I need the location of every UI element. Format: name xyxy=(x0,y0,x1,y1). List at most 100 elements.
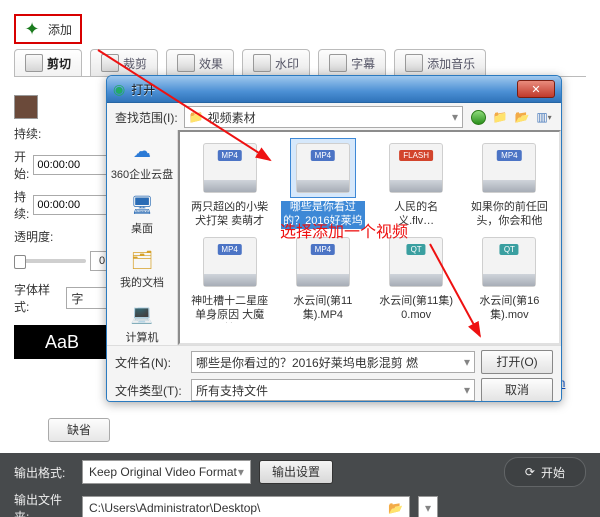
font-preview: AaB xyxy=(14,325,110,359)
file-name: 神吐槽十二星座单身原因 大魔性 xyxy=(188,295,272,323)
sidebar-item-computer[interactable]: 💻计算机 xyxy=(126,301,159,345)
add-icon: ✦ xyxy=(22,19,42,39)
cancel-button[interactable]: 取消 xyxy=(481,378,553,402)
lookup-range-row: 查找范围(I): 📁 视频素材 ▾ 📁 📂 ▥▾ xyxy=(107,103,561,132)
output-folder-label: 输出文件夹: xyxy=(14,491,74,517)
open-file-dialog: ◉ 打开 ✕ 查找范围(I): 📁 视频素材 ▾ 📁 📂 ▥▾ ☁360企业云盘… xyxy=(106,75,562,402)
tab-label: 裁剪 xyxy=(123,55,147,72)
tab-crop[interactable]: 裁剪 xyxy=(90,49,158,76)
nav-up-button[interactable]: 📁 xyxy=(491,108,509,126)
nav-toolbar: 📁 📂 ▥▾ xyxy=(469,108,553,126)
file-thumb: MP4 xyxy=(476,138,542,198)
tab-subtitle[interactable]: 字幕 xyxy=(318,49,386,76)
chevron-down-icon: ▾ xyxy=(464,355,470,369)
chevron-down-icon: ▾ xyxy=(452,110,458,124)
folder-icon: 📁 xyxy=(189,110,204,124)
file-item[interactable]: FLASH人民的名义.flv… xyxy=(371,138,462,230)
duration-label: 持续: xyxy=(14,125,54,142)
file-item[interactable]: QT 水云间(第16集).mov xyxy=(464,232,555,324)
preview-swatch xyxy=(14,95,38,119)
file-item[interactable]: MP4两只超凶的小柴犬打架 卖萌才是你… xyxy=(184,138,275,230)
file-item[interactable]: MP4 哪些是你看过的？2016好莱坞电影混剪 b...g …要……ox.mp4 xyxy=(277,138,368,230)
left-panel: 持续: 开始: 持续: 透明度: 0 字体样式: 字 AaB xyxy=(14,95,114,359)
documents-icon: 🗂 xyxy=(126,246,158,274)
output-settings-button[interactable]: 输出设置 xyxy=(259,460,333,484)
chevron-down-icon: ▾ xyxy=(548,113,552,122)
dialog-icon: ◉ xyxy=(113,81,125,98)
start-label: 开始: xyxy=(14,148,29,182)
file-item[interactable]: MP4 神吐槽十二星座单身原因 大魔性 xyxy=(184,232,275,324)
sidebar-item-cloud[interactable]: ☁360企业云盘 xyxy=(111,138,173,182)
subtitle-icon xyxy=(329,54,347,72)
crop-icon xyxy=(101,54,119,72)
new-folder-icon: 📂 xyxy=(515,110,530,124)
mp4-badge-icon: MP4 xyxy=(217,244,241,255)
tab-label: 剪切 xyxy=(47,55,71,72)
tab-label: 添加音乐 xyxy=(427,55,475,72)
add-button[interactable]: ✦ 添加 xyxy=(14,14,82,44)
tab-cut[interactable]: 剪切 xyxy=(14,49,82,76)
opacity-label: 透明度: xyxy=(14,228,54,245)
folder-icon: 📂 xyxy=(388,501,403,515)
nav-new-button[interactable]: 📂 xyxy=(513,108,531,126)
file-name: 水云间(第16集).mov xyxy=(467,295,551,323)
file-thumb: MP4 xyxy=(290,232,356,292)
tab-label: 水印 xyxy=(275,55,299,72)
file-name: 如果你的前任回头，你会和他复… xyxy=(467,201,551,229)
dialog-titlebar[interactable]: ◉ 打开 ✕ xyxy=(107,76,561,103)
filename-label: 文件名(N): xyxy=(115,354,185,371)
file-thumb: QT xyxy=(476,232,542,292)
file-thumb: QT xyxy=(383,232,449,292)
nav-view-button[interactable]: ▥▾ xyxy=(535,108,553,126)
tab-effect[interactable]: 效果 xyxy=(166,49,234,76)
file-item[interactable]: QT 水云间(第11集) 0.mov xyxy=(371,232,462,324)
places-sidebar: ☁360企业云盘 🖥桌面 🗂我的文档 💻计算机 🌐网络 xyxy=(107,130,178,345)
tab-add-music[interactable]: 添加音乐 xyxy=(394,49,486,76)
folder-up-icon: 📁 xyxy=(493,110,508,124)
opacity-slider[interactable] xyxy=(14,259,86,263)
output-folder-field[interactable]: C:\Users\Administrator\Desktop\📂 xyxy=(82,496,410,517)
file-name: 两只超凶的小柴犬打架 卖萌才是你… xyxy=(188,201,272,229)
font-style-label: 字体样式: xyxy=(14,281,62,315)
filename-combo[interactable]: 哪些是你看过的？2016好莱坞电影混剪 燃▾ xyxy=(191,351,475,373)
file-name: 水云间(第11集) 0.mov xyxy=(374,295,458,323)
chevron-down-icon: ▾ xyxy=(238,465,244,479)
default-button[interactable]: 缺省 xyxy=(48,418,110,442)
sidebar-item-desktop[interactable]: 🖥桌面 xyxy=(126,192,158,236)
tab-watermark[interactable]: 水印 xyxy=(242,49,310,76)
tab-bar: 剪切 裁剪 效果 水印 字幕 添加音乐 xyxy=(14,48,586,77)
flash-badge-icon: FLASH xyxy=(399,150,433,161)
desktop-icon: 🖥 xyxy=(126,192,158,220)
mp4-badge-icon: MP4 xyxy=(311,150,335,161)
effects-icon xyxy=(177,54,195,72)
dialog-bottom: 文件名(N): 哪些是你看过的？2016好莱坞电影混剪 燃▾ 打开(O) 文件类… xyxy=(107,345,561,401)
file-item[interactable]: MP4 水云间(第11集).MP4 xyxy=(277,232,368,324)
qt-badge-icon: QT xyxy=(407,244,426,255)
mp4-badge-icon: MP4 xyxy=(497,150,521,161)
qt-badge-icon: QT xyxy=(500,244,519,255)
nav-back-button[interactable] xyxy=(469,108,487,126)
file-list[interactable]: MP4两只超凶的小柴犬打架 卖萌才是你…MP4哪些是你看过的？2016好莱坞电影… xyxy=(178,130,561,345)
output-format-combo[interactable]: Keep Original Video Format▾ xyxy=(82,460,251,484)
chevron-down-icon: ▾ xyxy=(464,383,470,397)
scissors-icon xyxy=(25,54,43,72)
file-name: 水云间(第11集).MP4 xyxy=(281,295,365,323)
sidebar-item-documents[interactable]: 🗂我的文档 xyxy=(120,246,164,290)
close-button[interactable]: ✕ xyxy=(517,80,555,98)
drop-icon xyxy=(253,54,271,72)
lookup-range-combo[interactable]: 📁 视频素材 ▾ xyxy=(184,106,463,128)
filetype-combo[interactable]: 所有支持文件▾ xyxy=(191,379,475,401)
open-button[interactable]: 打开(O) xyxy=(481,350,553,374)
filetype-label: 文件类型(T): xyxy=(115,382,185,399)
file-name: 哪些是你看过的？2016好莱坞电影混剪 b...g …要……ox.mp4 xyxy=(281,201,365,229)
back-icon xyxy=(471,110,486,125)
file-item[interactable]: MP4 如果你的前任回头，你会和他复… xyxy=(464,138,555,230)
music-icon xyxy=(405,54,423,72)
start-button[interactable]: ⟳开始 xyxy=(504,457,586,487)
folder-options-button[interactable]: ▾ xyxy=(418,496,438,517)
output-format-label: 输出格式: xyxy=(14,464,74,481)
dialog-title: 打开 xyxy=(131,81,511,98)
chevron-down-icon: ▾ xyxy=(425,501,431,515)
tab-label: 字幕 xyxy=(351,55,375,72)
file-thumb: MP4 xyxy=(197,232,263,292)
